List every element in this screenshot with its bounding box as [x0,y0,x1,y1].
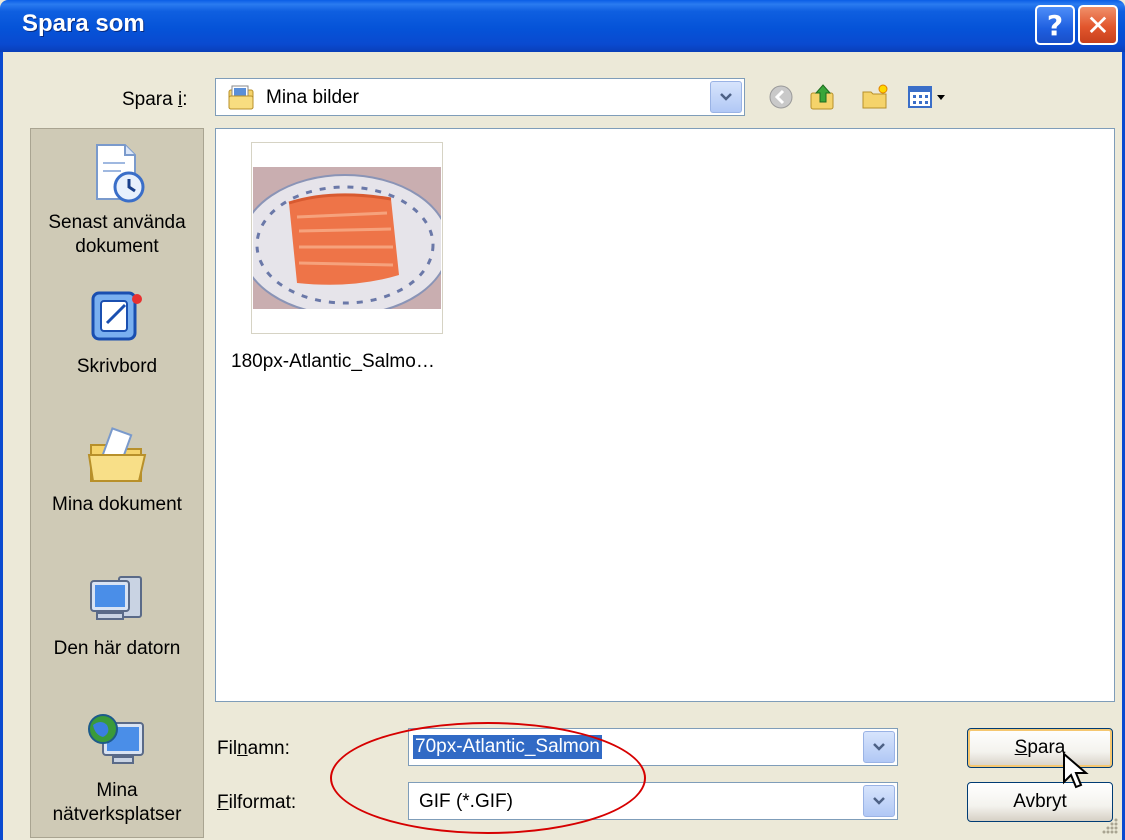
network-places-icon [88,714,144,764]
up-folder-icon[interactable] [808,82,838,112]
places-bar: Senast använda dokument Skrivbord Mina d… [30,128,204,838]
close-icon: ✕ [1086,8,1110,42]
file-item[interactable] [251,142,443,334]
cancel-button-label: Avbryt [1013,791,1067,812]
help-icon: ? [1046,8,1064,42]
fileformat-label: Filformat: [217,792,297,813]
save-in-label: Spara i: [122,89,188,110]
close-button[interactable]: ✕ [1078,5,1118,45]
place-label: Senast använda dokument [48,212,186,257]
place-label: Mina dokument [52,494,182,515]
window-title: Spara som [22,10,145,37]
place-label: Den här datorn [53,638,181,659]
my-computer-icon [90,576,142,620]
highlight-ellipse [330,722,646,834]
chevron-down-icon [873,743,885,751]
new-folder-icon[interactable] [860,82,890,112]
back-icon[interactable] [766,82,796,112]
save-in-value: Mina bilder [266,87,359,108]
save-in-dropdown-button[interactable] [710,81,742,113]
place-label: Mina nätverksplatser [52,780,182,825]
file-name-label: 180px-Atlantic_Salmo… [231,351,435,372]
place-network[interactable]: Mina nätverksplatser [31,709,203,827]
resize-grip-icon[interactable] [1100,816,1120,836]
title-bar[interactable]: Spara som ? ✕ [0,0,1125,52]
filename-label: Filnamn: [217,738,290,759]
place-label: Skrivbord [76,356,158,377]
chevron-down-icon [720,93,732,101]
place-my-computer[interactable]: Den här datorn [31,567,203,661]
help-button[interactable]: ? [1035,5,1075,45]
my-documents-icon [87,427,147,482]
filename-dropdown-button[interactable] [863,731,895,763]
views-menu-icon[interactable] [906,82,950,112]
chevron-down-icon [873,797,885,805]
fileformat-dropdown-button[interactable] [863,785,895,817]
place-recent-documents[interactable]: Senast använda dokument [31,141,203,259]
save-in-combobox[interactable]: Mina bilder [215,78,745,116]
salmon-thumbnail [253,167,441,309]
place-my-documents[interactable]: Mina dokument [31,423,203,517]
pictures-folder-icon [228,85,254,110]
desktop-icon [91,291,142,341]
save-button-label: Spara [1014,737,1066,758]
mouse-cursor-icon [1063,752,1089,789]
file-list-view[interactable]: 180px-Atlantic_Salmo… [215,128,1115,702]
place-desktop[interactable]: Skrivbord [31,285,203,379]
recent-documents-icon [96,144,145,203]
